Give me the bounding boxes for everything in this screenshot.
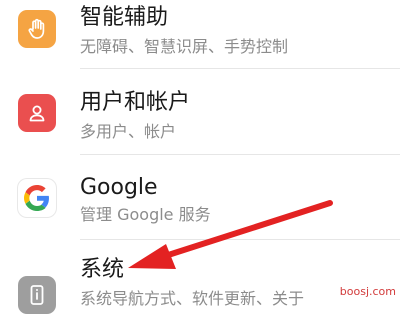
settings-item-title: 智能辅助 xyxy=(80,5,169,30)
settings-item-subtitle: 管理 Google 服务 xyxy=(80,205,211,224)
system-info-icon xyxy=(18,276,56,314)
settings-item-google[interactable]: Google 管理 Google 服务 xyxy=(0,155,400,240)
settings-item-smart-assist[interactable]: 智能辅助 无障碍、智慧识屏、手势控制 xyxy=(0,0,400,69)
divider xyxy=(80,68,400,69)
settings-item-title: 系统 xyxy=(80,257,125,282)
google-icon xyxy=(18,179,56,217)
settings-item-title: 用户和帐户 xyxy=(80,90,191,115)
watermark-text: boosj.com xyxy=(339,285,396,298)
settings-item-subtitle: 多用户、帐户 xyxy=(80,122,177,141)
user-icon xyxy=(18,94,56,132)
settings-item-subtitle: 系统导航方式、软件更新、关于 xyxy=(80,289,305,308)
hand-icon xyxy=(18,10,56,48)
settings-item-system[interactable]: 系统 系统导航方式、软件更新、关于 xyxy=(0,240,400,325)
settings-item-users-accounts[interactable]: 用户和帐户 多用户、帐户 xyxy=(0,70,400,155)
settings-item-title: Google xyxy=(80,175,158,200)
settings-item-subtitle: 无障碍、智慧识屏、手势控制 xyxy=(80,37,289,56)
